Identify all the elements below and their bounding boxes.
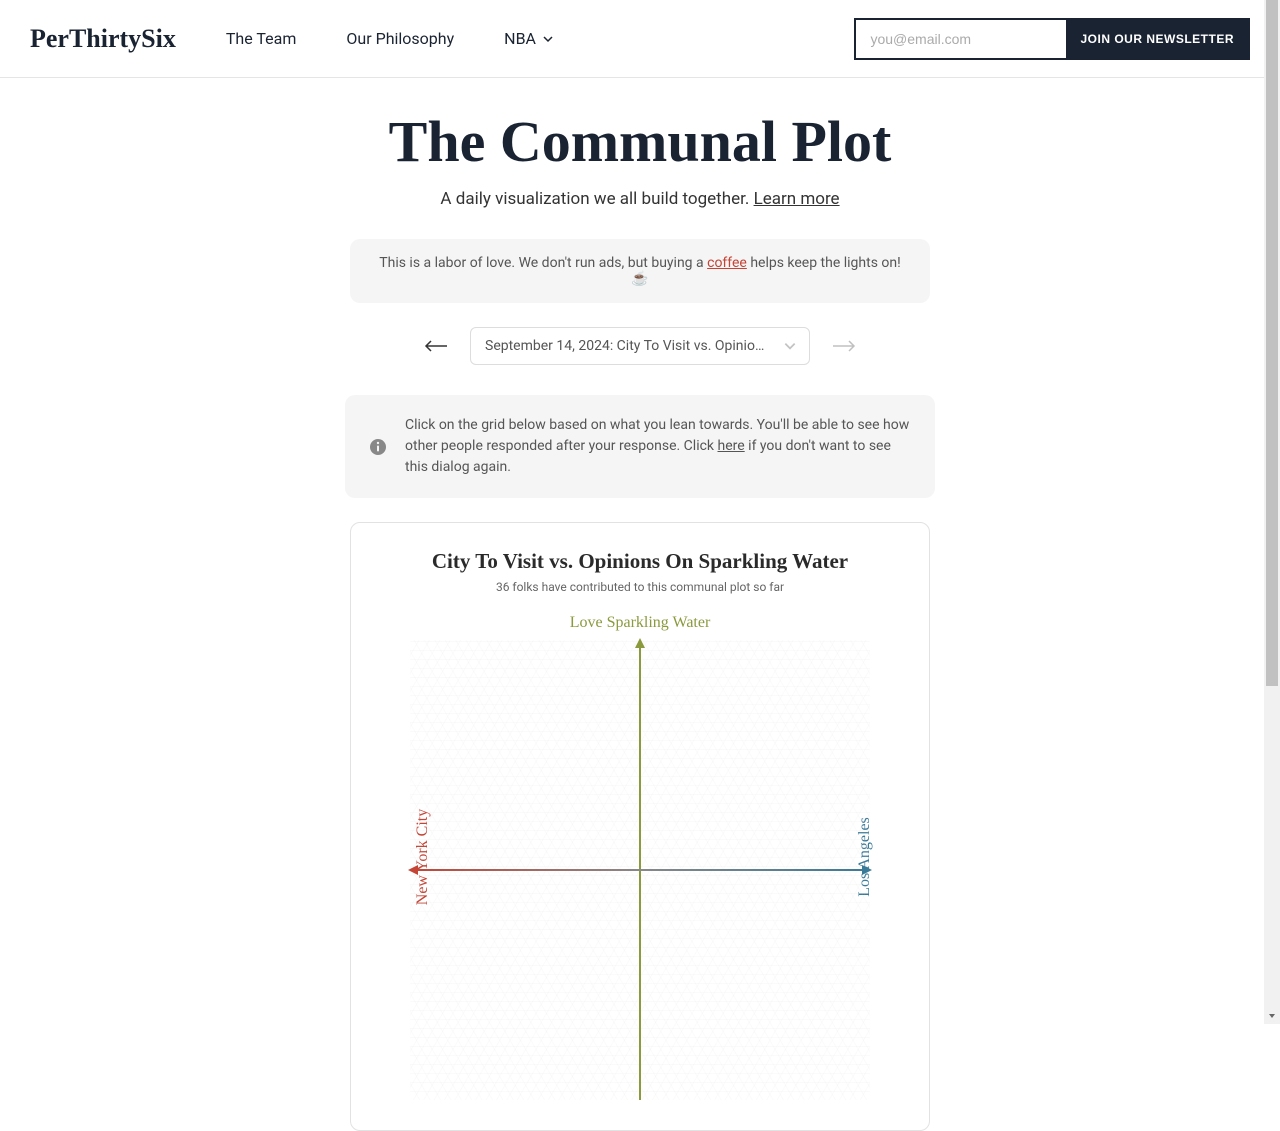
- y-axis-top-label: Love Sparkling Water: [381, 614, 899, 632]
- chart-container: City To Visit vs. Opinions On Sparkling …: [350, 522, 930, 1131]
- main-nav: The Team Our Philosophy NBA: [226, 29, 855, 48]
- page-title: The Communal Plot: [190, 108, 1090, 175]
- info-dismiss-link[interactable]: here: [718, 438, 745, 454]
- next-date-button[interactable]: [828, 335, 860, 357]
- scrollbar[interactable]: [1264, 0, 1280, 1024]
- nav-team[interactable]: The Team: [226, 29, 297, 48]
- prev-date-button[interactable]: [420, 335, 452, 357]
- info-icon: [369, 438, 387, 456]
- chart-area: Love Sparkling Water New York City Los A…: [381, 614, 899, 1100]
- nav-nba-label: NBA: [504, 29, 536, 48]
- info-text: Click on the grid below based on what yo…: [405, 415, 911, 478]
- page-subtitle: A daily visualization we all build toget…: [190, 189, 1090, 209]
- arrow-left-icon: [424, 339, 448, 353]
- main-content: The Communal Plot A daily visualization …: [190, 78, 1090, 1131]
- site-logo[interactable]: PerThirtySix: [30, 24, 176, 54]
- chart-subtitle: 36 folks have contributed to this commun…: [381, 580, 899, 594]
- nav-philosophy[interactable]: Our Philosophy: [346, 29, 454, 48]
- info-banner: Click on the grid below based on what yo…: [345, 395, 935, 498]
- scrollbar-down-arrow[interactable]: [1264, 1008, 1280, 1024]
- chart-title: City To Visit vs. Opinions On Sparkling …: [381, 549, 899, 574]
- arrow-right-icon: [832, 339, 856, 353]
- date-selector-text: September 14, 2024: City To Visit vs. Op…: [485, 338, 769, 354]
- support-banner: This is a labor of love. We don't run ad…: [350, 239, 930, 303]
- support-prefix: This is a labor of love. We don't run ad…: [379, 255, 707, 271]
- nav-nba[interactable]: NBA: [504, 29, 554, 48]
- triangle-down-icon: [1268, 1012, 1276, 1020]
- learn-more-link[interactable]: Learn more: [754, 189, 840, 209]
- coffee-link[interactable]: coffee: [707, 255, 747, 271]
- newsletter-email-input[interactable]: [856, 20, 1066, 58]
- horizontal-axis: [410, 869, 870, 871]
- scrollbar-thumb[interactable]: [1266, 0, 1278, 686]
- subtitle-prefix: A daily visualization we all build toget…: [440, 189, 753, 209]
- plot-grid[interactable]: [410, 640, 870, 1100]
- newsletter-join-button[interactable]: JOIN OUR NEWSLETTER: [1066, 20, 1248, 58]
- site-header: PerThirtySix The Team Our Philosophy NBA…: [0, 0, 1280, 78]
- chevron-down-icon: [783, 339, 797, 353]
- date-selector[interactable]: September 14, 2024: City To Visit vs. Op…: [470, 327, 810, 365]
- date-navigation: September 14, 2024: City To Visit vs. Op…: [190, 327, 1090, 365]
- chevron-down-icon: [542, 33, 554, 45]
- newsletter-form: JOIN OUR NEWSLETTER: [854, 18, 1250, 60]
